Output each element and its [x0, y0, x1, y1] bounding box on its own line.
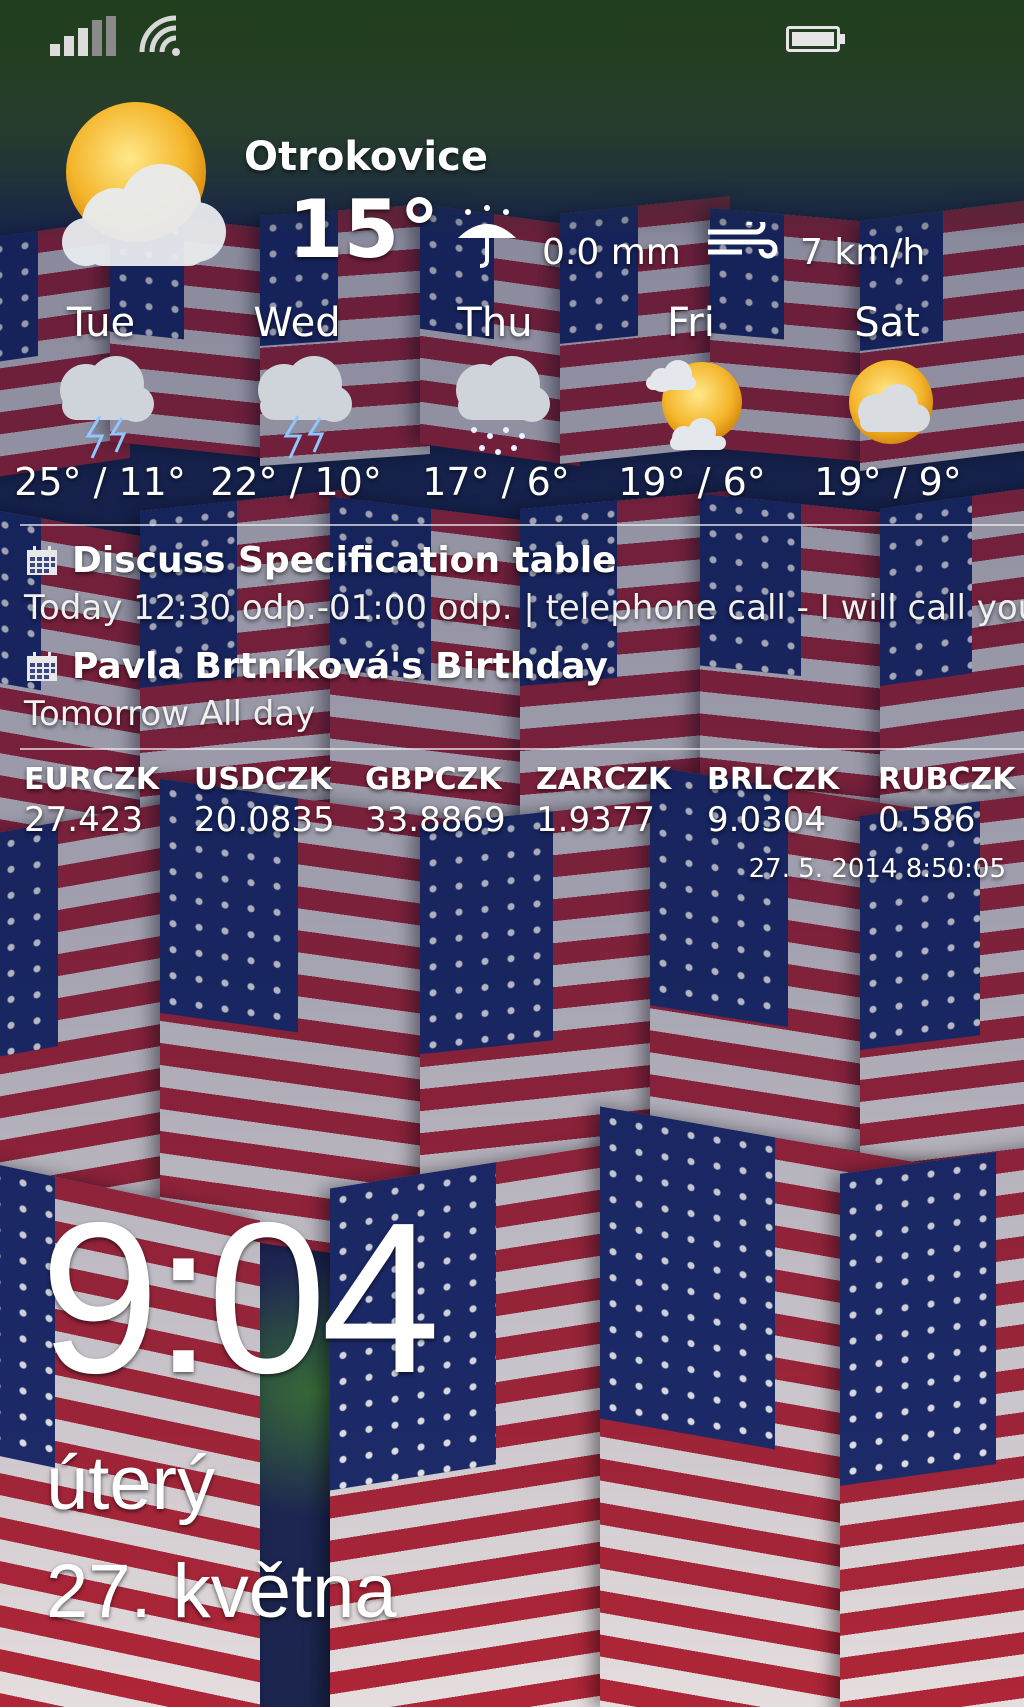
currency-value-gbp: 33.8869	[365, 800, 506, 840]
forecast-temps-sat: 19° / 9°	[814, 460, 962, 504]
weather-city: Otrokovice	[244, 134, 488, 180]
divider	[20, 524, 1024, 526]
currency-code-rub: RUBCZK	[878, 762, 1016, 797]
forecast-temps-thu: 17° / 6°	[422, 460, 570, 504]
forecast-day-fri: Fri	[667, 300, 715, 346]
forecast-temps-fri: 19° / 6°	[618, 460, 766, 504]
event-detail: Today 12:30 odp.-01:00 odp. | telephone …	[24, 588, 1024, 628]
event-title: Pavla Brtníková's Birthday	[72, 646, 608, 687]
calendar-icon	[27, 652, 57, 681]
currency-updated-timestamp: 27. 5. 2014 8:50:05	[748, 854, 1006, 884]
forecast-temps-wed: 22° / 10°	[210, 460, 382, 504]
current-temperature: 15°	[288, 183, 440, 276]
currency-value-rub: 0.586	[878, 800, 976, 840]
currency-value-brl: 9.0304	[707, 800, 826, 840]
sun-behind-cloud-icon	[849, 360, 933, 444]
currency-value-zar: 1.9377	[536, 800, 655, 840]
precipitation-value: 0.0 mm	[542, 232, 681, 273]
forecast-temps-tue: 25° / 11°	[14, 460, 186, 504]
thunderstorm-icon	[60, 356, 154, 459]
umbrella-rain-icon	[458, 205, 516, 268]
partly-cloudy-icon	[62, 102, 226, 266]
currency-code-usd: USDCZK	[194, 762, 332, 797]
lockscreen-date: 27. května	[46, 1549, 397, 1634]
lock-screen: Otrokovice 15° 0.0 mm 7 km/h Tue Wed Thu…	[0, 0, 1024, 1707]
lockscreen-weekday: úterý	[46, 1441, 215, 1526]
forecast-day-tue: Tue	[66, 300, 136, 346]
forecast-day-sat: Sat	[854, 300, 920, 346]
currency-code-brl: BRLCZK	[707, 762, 840, 797]
event-detail: Tomorrow All day	[24, 694, 316, 734]
wifi-icon	[139, 15, 180, 56]
wind-speed-value: 7 km/h	[800, 232, 926, 273]
currency-value-eur: 27.423	[24, 800, 143, 840]
thunderstorm-icon	[258, 356, 352, 459]
calendar-icon	[27, 546, 57, 575]
battery-icon	[786, 26, 845, 52]
lockscreen-clock: 9:04	[40, 1177, 440, 1418]
forecast-day-thu: Thu	[457, 300, 533, 346]
signal-strength-icon	[50, 16, 116, 56]
currency-code-gbp: GBPCZK	[365, 762, 502, 797]
currency-value-usd: 20.0835	[194, 800, 335, 840]
sun-cloud-icon	[646, 360, 742, 450]
currency-code-zar: ZARCZK	[536, 762, 672, 797]
rain-cloud-icon	[456, 356, 550, 455]
wind-icon	[708, 222, 778, 259]
forecast-day-wed: Wed	[253, 300, 341, 346]
event-title: Discuss Specification table	[72, 540, 617, 581]
currency-code-eur: EURCZK	[24, 762, 159, 797]
divider	[20, 748, 1024, 750]
